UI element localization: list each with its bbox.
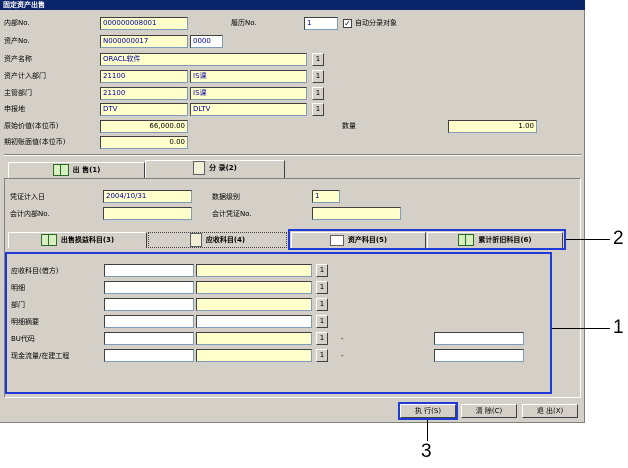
callout-line-3 [427, 420, 428, 441]
receivable-code-field[interactable] [104, 264, 194, 277]
department-lookup-button[interactable]: 1 [316, 298, 328, 311]
window-icon [329, 234, 344, 246]
history-no-label: 履历No. [231, 19, 257, 27]
quantity-field: 1.00 [448, 120, 537, 133]
main-dept-lookup-button[interactable]: 1 [312, 87, 324, 100]
accounting-internal-no-label: 会计内部No. [10, 210, 50, 218]
callout-3: 3 [421, 441, 432, 462]
header-separator [4, 154, 581, 156]
receivable-lookup-button[interactable]: 1 [316, 264, 328, 277]
entry-row-label: 明细 [11, 284, 25, 292]
bu-code-field[interactable] [104, 332, 194, 345]
book-value-field: 0.00 [100, 136, 188, 149]
tab-receivable-account-label: 应收科目(4) [205, 236, 246, 244]
account-dept-code-field[interactable]: 21100 [100, 70, 188, 83]
entry-row-label: 部门 [11, 301, 25, 309]
entry-row-label: 明细摘要 [11, 318, 39, 326]
tab-sale-label: 出 售(1) [72, 166, 101, 174]
asset-sub-no-field[interactable]: 0000 [190, 35, 223, 48]
range-dash: - [341, 335, 344, 343]
window-title: 固定资产出售 [0, 0, 585, 10]
original-value-field: 66,000.00 [100, 120, 188, 133]
tab-asset-account[interactable]: 资产科目(5) [291, 232, 426, 248]
main-dept-name-field: IS课 [190, 87, 307, 100]
book-icon [40, 234, 57, 246]
document-icon [189, 233, 202, 247]
detail-summary-name-field[interactable] [196, 315, 312, 328]
cashflow-lookup-button[interactable]: 1 [316, 349, 328, 362]
tab-depreciation-account-label: 累计折旧科目(6) [478, 236, 532, 244]
detail-lookup-button[interactable]: 1 [316, 281, 328, 294]
entry-row-label: BU代码 [11, 335, 35, 343]
account-dept-label: 资产计入部门 [4, 72, 46, 80]
asset-name-lookup-button[interactable]: 1 [312, 53, 324, 66]
main-dept-code-field[interactable]: 21100 [100, 87, 188, 100]
asset-no-field[interactable]: N000000017 [100, 35, 188, 48]
internal-no-label: 内部No. [4, 19, 30, 27]
clear-button[interactable]: 清 除(C) [461, 404, 517, 418]
document-icon [193, 161, 206, 175]
cashflow-extra-field[interactable] [434, 349, 524, 362]
location-name-field: DLTV [190, 103, 307, 116]
voucher-date-label: 凭证计入日 [10, 193, 45, 201]
quantity-label: 数量 [342, 122, 356, 130]
original-value-label: 原始价值(本位币) [4, 122, 59, 130]
location-code-field[interactable]: DTV [100, 103, 188, 116]
callout-1: 1 [613, 317, 624, 338]
exit-button[interactable]: 退 出(X) [522, 404, 578, 418]
tab-depreciation-account[interactable]: 累计折旧科目(6) [427, 232, 563, 248]
asset-no-label: 资产No. [4, 37, 30, 45]
entry-row-label: 现金流量/在建工程 [11, 352, 70, 360]
tab-entry[interactable]: 分 录(2) [145, 160, 285, 179]
tab-asset-account-label: 资产科目(5) [347, 236, 388, 244]
tab-sale-pl-account-label: 出售损益科目(3) [60, 236, 115, 244]
auto-entry-label: 自动分录对象 [355, 19, 397, 27]
history-no-field[interactable]: 1 [304, 17, 338, 30]
auto-entry-checkbox[interactable]: ✓ [343, 19, 352, 28]
accounting-internal-no-field [103, 207, 192, 220]
location-lookup-button[interactable]: 1 [312, 103, 324, 116]
cashflow-name-field [196, 349, 312, 362]
entry-row-label: 应收科目(借方) [11, 267, 59, 275]
department-name-field [196, 298, 312, 311]
detail-summary-lookup-button[interactable]: 1 [316, 315, 328, 328]
account-dept-name-field: IS课 [190, 70, 307, 83]
department-code-field[interactable] [104, 298, 194, 311]
bu-lookup-button[interactable]: 1 [316, 332, 328, 345]
tab-sale[interactable]: 出 售(1) [8, 162, 145, 178]
callout-2: 2 [613, 228, 624, 249]
callout-line-2 [566, 239, 610, 240]
range-dash: - [341, 352, 344, 360]
detail-name-field [196, 281, 312, 294]
detail-summary-code-field[interactable] [104, 315, 194, 328]
book-icon [458, 234, 475, 246]
account-dept-lookup-button[interactable]: 1 [312, 70, 324, 83]
detail-code-field[interactable] [104, 281, 194, 294]
execute-button[interactable]: 执 行(S) [400, 404, 456, 418]
location-label: 申报地 [4, 105, 25, 113]
data-level-field[interactable]: 1 [312, 190, 340, 203]
main-dept-label: 主管部门 [4, 89, 32, 97]
cashflow-code-field[interactable] [104, 349, 194, 362]
tab-entry-label: 分 录(2) [209, 164, 237, 172]
voucher-no-label: 会计凭证No. [212, 210, 252, 218]
callout-line-1 [552, 328, 610, 329]
asset-name-label: 资产名称 [4, 55, 32, 63]
data-level-label: 数据级别 [212, 193, 240, 201]
voucher-no-field [312, 207, 401, 220]
tab-receivable-account[interactable]: 应收科目(4) [148, 232, 287, 248]
asset-name-field[interactable]: ORACL软件 [100, 53, 307, 66]
internal-no-field[interactable]: 000000008001 [100, 17, 188, 30]
bu-name-field [196, 332, 312, 345]
tab-sale-pl-account[interactable]: 出售损益科目(3) [8, 232, 147, 248]
voucher-date-field[interactable]: 2004/10/31 [103, 190, 192, 203]
book-value-label: 期初账面值(本位币) [4, 138, 66, 146]
bu-extra-field[interactable] [434, 332, 524, 345]
book-icon [52, 164, 69, 176]
receivable-name-field [196, 264, 312, 277]
